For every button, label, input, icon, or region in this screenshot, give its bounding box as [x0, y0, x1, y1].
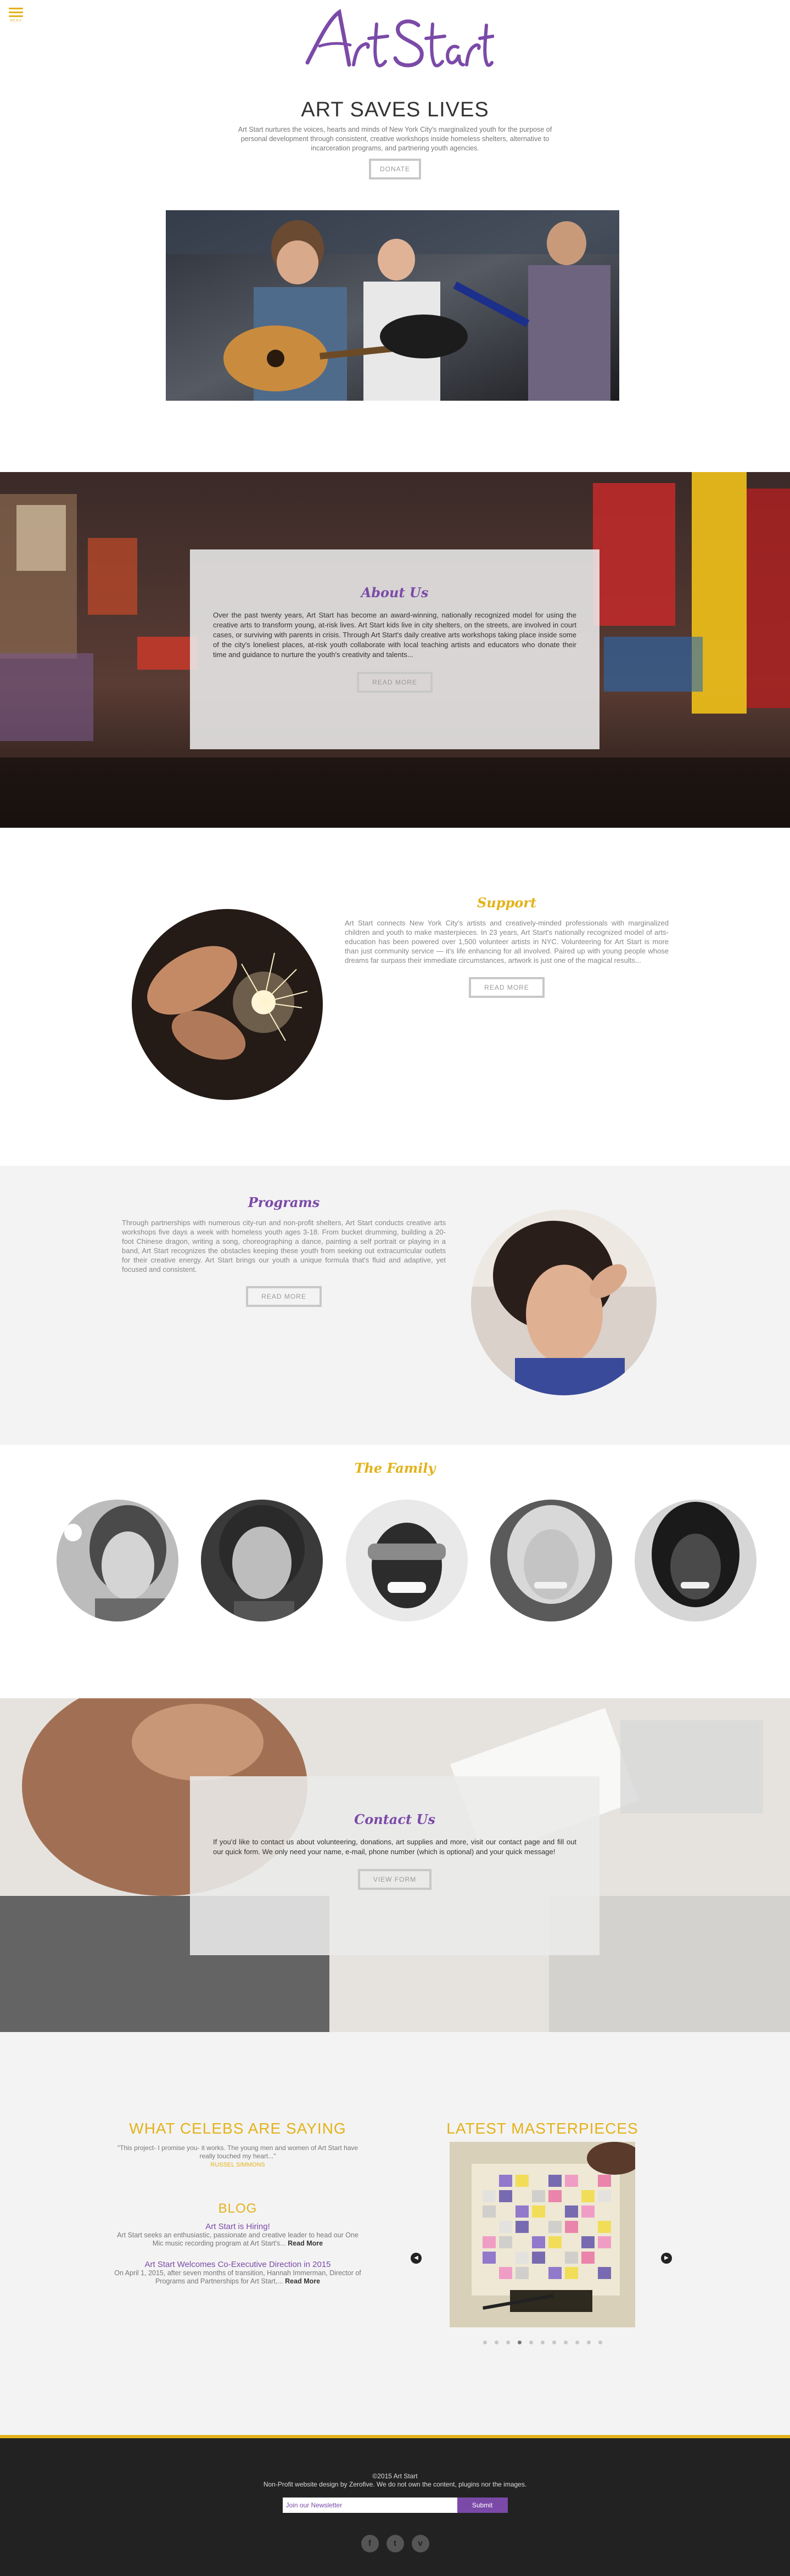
family-member-portrait[interactable] — [346, 1500, 468, 1621]
celeb-quote: "This project- I promise you- it works. … — [117, 2144, 358, 2160]
art-start-logo[interactable] — [296, 8, 495, 72]
gallery-dot[interactable] — [540, 2341, 545, 2344]
gallery-dot[interactable] — [529, 2341, 533, 2344]
gallery-dot[interactable] — [494, 2341, 498, 2344]
contact-section: Contact Us If you'd like to contact us a… — [0, 1698, 790, 2032]
masterpiece-photo[interactable] — [450, 2142, 635, 2327]
gallery-next-icon[interactable]: ▶ — [661, 2253, 672, 2264]
programs-title: Programs — [248, 1194, 320, 1210]
support-title: Support — [477, 895, 537, 911]
blog-read-more-link[interactable]: Read More — [288, 2240, 323, 2247]
blog-read-more-link[interactable]: Read More — [285, 2277, 320, 2285]
blog-title: BLOG — [218, 2201, 257, 2216]
view-form-button[interactable]: VIEW FORM — [357, 1869, 432, 1890]
blog-post-title[interactable]: Art Start Welcomes Co-Executive Directio… — [114, 2260, 361, 2269]
blog-post-excerpt: On April 1, 2015, after seven months of … — [114, 2269, 361, 2286]
blog-post-text: On April 1, 2015, after seven months of … — [114, 2269, 361, 2285]
footer-copyright: ©2015 Art Start Non-Profit website desig… — [0, 2438, 790, 2489]
twitter-icon[interactable]: t — [386, 2535, 404, 2552]
hero-description: Art Start nurtures the voices, hearts an… — [238, 126, 552, 152]
programs-content: Programs Through partnerships with numer… — [122, 1194, 446, 1307]
hero-section: ART SAVES LIVES Art Start nurtures the v… — [0, 0, 790, 472]
credit-text: Non-Profit website design by Zerofive. W… — [263, 2480, 527, 2488]
gallery-dot[interactable] — [552, 2341, 556, 2344]
support-read-more-button[interactable]: READ MORE — [469, 977, 545, 998]
celebs-title: WHAT CELEBS ARE SAYING — [129, 2120, 346, 2137]
gallery-title: LATEST MASTERPIECES — [446, 2120, 638, 2137]
gallery-dot[interactable] — [506, 2341, 510, 2344]
gallery-dot[interactable] — [517, 2341, 522, 2344]
site-footer: ©2015 Art Start Non-Profit website desig… — [0, 2435, 790, 2576]
facebook-icon[interactable]: f — [361, 2535, 379, 2552]
about-read-more-button[interactable]: READ MORE — [357, 672, 433, 693]
donate-button[interactable]: DONATE — [368, 159, 422, 179]
support-content: Support Art Start connects New York City… — [345, 895, 669, 998]
social-links: ftv — [0, 2535, 790, 2552]
gallery-column: LATEST MASTERPIECES — [446, 2120, 639, 2344]
about-card: About Us Over the past twenty years, Art… — [190, 549, 599, 749]
family-member-portrait[interactable] — [490, 1500, 612, 1621]
family-portraits — [0, 1500, 790, 1623]
newsletter-email-input[interactable] — [282, 2498, 457, 2513]
newsletter-form: Submit — [0, 2498, 790, 2513]
gallery-prev-icon[interactable]: ◀ — [411, 2253, 422, 2264]
hero-photo-musicians — [166, 210, 619, 401]
testimonials-blog-gallery-section: WHAT CELEBS ARE SAYING "This project- I … — [0, 2032, 790, 2435]
support-text: Art Start connects New York City's artis… — [345, 919, 669, 964]
gallery-dot[interactable] — [563, 2341, 568, 2344]
gallery-dot[interactable] — [575, 2341, 579, 2344]
celeb-quote-author: RUSSEL SIMMONS — [210, 2162, 265, 2168]
newsletter-submit-button[interactable]: Submit — [457, 2498, 508, 2513]
about-text: Over the past twenty years, Art Start ha… — [213, 611, 576, 659]
gallery-dot[interactable] — [598, 2341, 602, 2344]
gallery-dot[interactable] — [586, 2341, 591, 2344]
logo-lettering — [305, 9, 495, 68]
programs-read-more-button[interactable]: READ MORE — [246, 1286, 322, 1307]
programs-section: Programs Through partnerships with numer… — [0, 1166, 790, 1445]
contact-card: Contact Us If you'd like to contact us a… — [190, 1776, 599, 1955]
family-member-portrait[interactable] — [201, 1500, 323, 1621]
gallery-dot[interactable] — [483, 2341, 487, 2344]
copyright-text: ©2015 Art Start — [372, 2472, 418, 2480]
family-title: The Family — [354, 1460, 436, 1476]
support-section: Support Art Start connects New York City… — [0, 828, 790, 1166]
sparkler-photo — [132, 909, 323, 1100]
about-section: About Us Over the past twenty years, Art… — [0, 472, 790, 828]
hero-headline: ART SAVES LIVES — [301, 98, 489, 121]
girl-painting-photo — [471, 1210, 657, 1395]
blog-post-excerpt: Art Start seeks an enthusiastic, passion… — [114, 2231, 361, 2248]
contact-text: If you'd like to contact us about volunt… — [213, 1838, 576, 1856]
gallery-pagination — [446, 2341, 639, 2344]
family-section: The Family — [0, 1445, 790, 1698]
vimeo-icon[interactable]: v — [411, 2535, 429, 2552]
programs-text: Through partnerships with numerous city-… — [122, 1219, 446, 1273]
about-title: About Us — [361, 585, 429, 600]
celebs-and-blog-column: WHAT CELEBS ARE SAYING "This project- I … — [114, 2120, 361, 2286]
contact-title: Contact Us — [354, 1811, 435, 1827]
family-member-portrait[interactable] — [635, 1500, 757, 1621]
blog-post-title[interactable]: Art Start is Hiring! — [114, 2222, 361, 2231]
family-member-portrait[interactable] — [57, 1500, 178, 1621]
